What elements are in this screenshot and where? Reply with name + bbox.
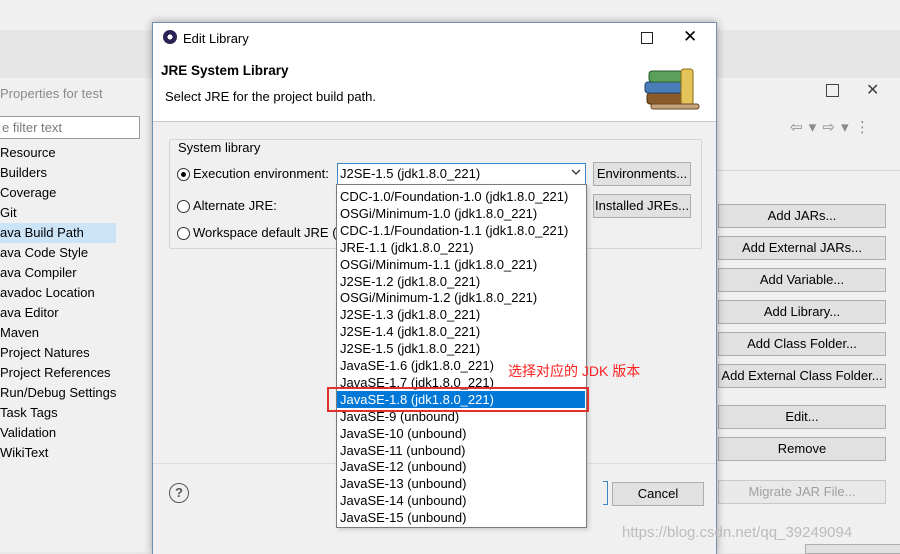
close-icon[interactable]: ✕ bbox=[866, 80, 879, 100]
exec-env-dropdown: CDC-1.0/Foundation-1.0 (jdk1.8.0_221) OSG… bbox=[336, 184, 587, 528]
nav-item[interactable]: Project Natures bbox=[0, 343, 90, 363]
build-path-button[interactable]: Add External JARs... bbox=[718, 236, 886, 260]
combo-value: J2SE-1.5 (jdk1.8.0_221) bbox=[340, 166, 481, 181]
help-icon[interactable]: ? bbox=[169, 483, 189, 503]
eclipse-icon bbox=[163, 30, 177, 44]
dropdown-option[interactable]: JavaSE-11 (unbound) bbox=[337, 442, 585, 459]
watermark: https://blog.csdn.net/qq_39249094 bbox=[622, 524, 853, 541]
cancel-button[interactable]: Cancel bbox=[612, 482, 704, 506]
dialog-title: Edit Library bbox=[183, 31, 249, 46]
dropdown-option[interactable]: JavaSE-15 (unbound) bbox=[337, 509, 585, 526]
dropdown-option[interactable]: J2SE-1.2 (jdk1.8.0_221) bbox=[337, 273, 585, 290]
build-path-button[interactable]: Add Class Folder... bbox=[718, 332, 886, 356]
dropdown-option[interactable]: CDC-1.0/Foundation-1.0 (jdk1.8.0_221) bbox=[337, 188, 585, 205]
properties-title: Properties for test bbox=[0, 86, 103, 101]
nav-item[interactable]: Project References bbox=[0, 363, 111, 383]
nav-item[interactable]: Resource bbox=[0, 143, 56, 163]
nav-item[interactable]: ava Compiler bbox=[0, 263, 77, 283]
dropdown-option[interactable]: J2SE-1.4 (jdk1.8.0_221) bbox=[337, 323, 585, 340]
dialog-maximize-icon[interactable] bbox=[641, 32, 653, 44]
nav-item[interactable]: ava Code Style bbox=[0, 243, 88, 263]
finish-button[interactable] bbox=[603, 481, 608, 505]
highlight-box bbox=[327, 387, 589, 412]
environments-button[interactable]: Environments... bbox=[593, 162, 691, 186]
build-path-button[interactable]: Remove bbox=[718, 437, 886, 461]
workspace-jre-radio[interactable] bbox=[177, 227, 190, 240]
nav-item[interactable]: WikiText bbox=[0, 443, 48, 463]
dropdown-option[interactable]: J2SE-1.5 (jdk1.8.0_221) bbox=[337, 340, 585, 357]
dialog-heading: JRE System Library bbox=[161, 63, 289, 78]
group-label: System library bbox=[177, 140, 262, 155]
nav-item[interactable]: Validation bbox=[0, 423, 56, 443]
library-books-icon bbox=[644, 68, 700, 110]
dropdown-option[interactable]: JavaSE-12 (unbound) bbox=[337, 458, 585, 475]
build-path-button[interactable]: Add Variable... bbox=[718, 268, 886, 292]
nav-item[interactable]: Builders bbox=[0, 163, 47, 183]
nav-item[interactable]: avadoc Location bbox=[0, 283, 95, 303]
dropdown-option[interactable]: OSGi/Minimum-1.0 (jdk1.8.0_221) bbox=[337, 205, 585, 222]
dropdown-option[interactable]: CDC-1.1/Foundation-1.1 (jdk1.8.0_221) bbox=[337, 222, 585, 239]
workspace-jre-label: Workspace default JRE ( bbox=[193, 225, 337, 240]
bottom-button[interactable] bbox=[805, 544, 900, 554]
nav-item[interactable]: Task Tags bbox=[0, 403, 58, 423]
build-path-button[interactable]: Edit... bbox=[718, 405, 886, 429]
dropdown-option[interactable]: J2SE-1.3 (jdk1.8.0_221) bbox=[337, 306, 585, 323]
exec-env-radio[interactable] bbox=[177, 168, 190, 181]
maximize-icon[interactable] bbox=[826, 84, 839, 97]
dialog-subheading: Select JRE for the project build path. bbox=[165, 89, 377, 104]
annotation-text: 选择对应的 JDK 版本 bbox=[508, 363, 641, 379]
nav-item[interactable]: Maven bbox=[0, 323, 39, 343]
dropdown-option[interactable]: OSGi/Minimum-1.1 (jdk1.8.0_221) bbox=[337, 256, 585, 273]
nav-item[interactable]: Run/Debug Settings bbox=[0, 383, 116, 403]
nav-item[interactable]: Coverage bbox=[0, 183, 56, 203]
alt-jre-radio[interactable] bbox=[177, 200, 190, 213]
build-path-button[interactable]: Add JARs... bbox=[718, 204, 886, 228]
alt-jre-label: Alternate JRE: bbox=[193, 198, 277, 213]
dropdown-option[interactable]: JavaSE-10 (unbound) bbox=[337, 425, 585, 442]
build-path-button[interactable]: Add External Class Folder... bbox=[718, 364, 886, 388]
dropdown-option[interactable]: OSGi/Minimum-1.2 (jdk1.8.0_221) bbox=[337, 289, 585, 306]
chevron-down-icon[interactable] bbox=[571, 167, 581, 177]
nav-item[interactable]: ava Editor bbox=[0, 303, 59, 323]
build-path-button[interactable]: Migrate JAR File... bbox=[718, 480, 886, 504]
filter-placeholder: e filter text bbox=[2, 120, 62, 135]
history-nav-icons[interactable]: ⇦ ▾ ⇨ ▾ ⋮ bbox=[790, 118, 871, 136]
exec-env-label: Execution environment: bbox=[193, 166, 329, 181]
dropdown-option[interactable]: JavaSE-14 (unbound) bbox=[337, 492, 585, 509]
dropdown-option[interactable]: JRE-1.1 (jdk1.8.0_221) bbox=[337, 239, 585, 256]
nav-item[interactable]: Git bbox=[0, 203, 17, 223]
build-path-button[interactable]: Add Library... bbox=[718, 300, 886, 324]
nav-item[interactable]: ava Build Path bbox=[0, 223, 116, 243]
dialog-close-icon[interactable]: ✕ bbox=[683, 27, 697, 47]
installed-jres-button[interactable]: Installed JREs... bbox=[593, 194, 691, 218]
dropdown-option[interactable]: JavaSE-13 (unbound) bbox=[337, 475, 585, 492]
